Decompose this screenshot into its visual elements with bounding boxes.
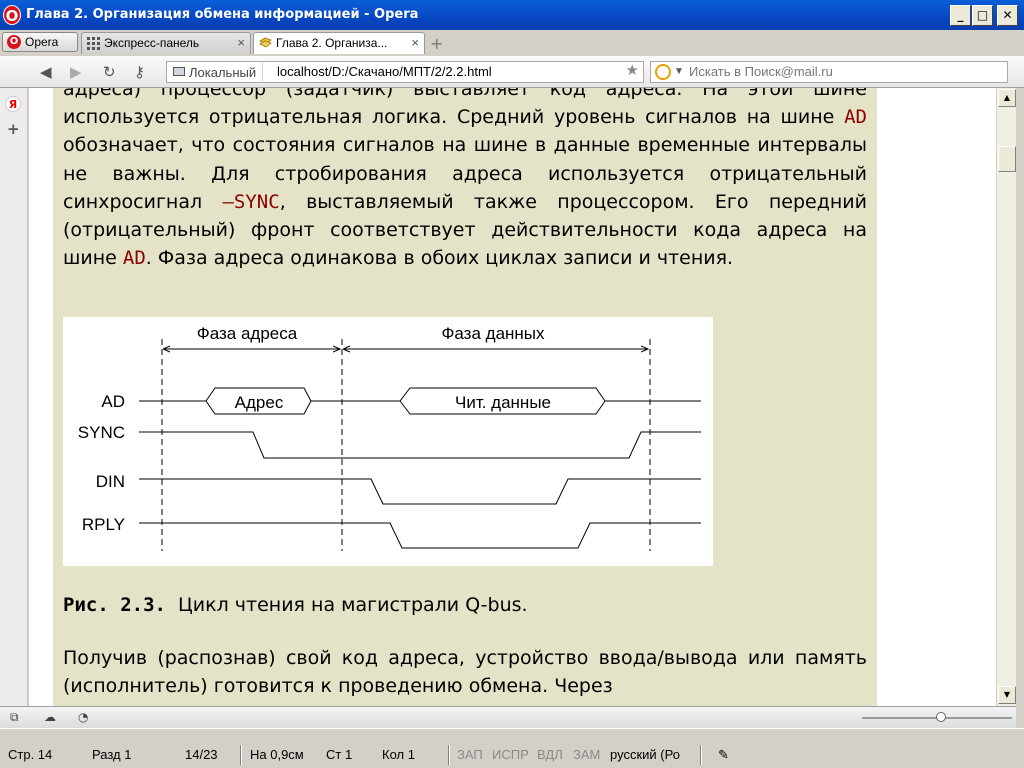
speed-icon[interactable]: ◔ <box>78 710 88 724</box>
browser-status-bar: ⧉ ☁ ◔ <box>0 706 1016 728</box>
reload-icon[interactable]: ↻ <box>103 63 116 81</box>
url-text[interactable]: localhost/D:/Скачано/МПТ/2/2.2.html <box>277 62 492 82</box>
search-placeholder: Искать в Поиск@mail.ru <box>689 64 833 79</box>
status-track[interactable]: ИСПР <box>492 747 529 762</box>
zoom-slider[interactable] <box>862 712 1012 722</box>
opera-menu-label: Opera <box>25 35 59 49</box>
status-separator <box>240 745 242 765</box>
caption-text: Цикл чтения на магистрали Q-bus. <box>178 594 528 616</box>
status-overtype[interactable]: ЗАМ <box>573 747 600 762</box>
key-icon[interactable]: ⚷ <box>134 63 145 81</box>
forward-icon[interactable]: ▶ <box>70 63 82 81</box>
spellcheck-icon[interactable]: ✎ <box>718 747 729 763</box>
signal-label-ad: AD <box>101 392 125 411</box>
signal-label-din: DIN <box>96 472 125 491</box>
tab-bar: O Opera Экспресс-панель × Глава 2. Органи… <box>0 30 1024 56</box>
tab-close-icon[interactable]: × <box>411 33 419 53</box>
address-box-label: Адрес <box>235 393 284 412</box>
word-status-bar: Стр. 14 Разд 1 14/23 На 0,9см Ст 1 Кол 1… <box>0 728 1024 768</box>
new-tab-icon[interactable]: + <box>430 34 443 53</box>
inline-code: –SYNC <box>222 190 280 213</box>
maximize-button[interactable]: □ <box>972 5 993 26</box>
title-bar: O Глава 2. Организация обмена информацие… <box>0 0 1024 30</box>
search-field[interactable]: ▼ Искать в Поиск@mail.ru <box>650 61 1008 83</box>
paragraph-response: Получив (распознав) свой код адреса, уст… <box>63 647 867 698</box>
panel-toggle-icon[interactable]: ⧉ <box>10 710 19 725</box>
local-badge-label: Локальный <box>189 65 257 80</box>
paragraph-text: . Фаза адреса одинакова в обоих циклах з… <box>145 247 734 270</box>
tab-label: Экспресс-панель <box>104 36 200 50</box>
inline-code: AD <box>122 247 146 270</box>
data-box-label: Чит. данные <box>455 393 551 412</box>
address-toolbar: ◀ ▶ ↻ ⚷ Локальный localhost/D:/Скачано/М… <box>0 56 1024 88</box>
bookmark-star-icon[interactable]: ★ <box>626 61 639 81</box>
scroll-thumb[interactable] <box>998 146 1016 172</box>
computer-icon <box>173 67 185 76</box>
tab-label: Глава 2. Организа... <box>276 36 388 50</box>
status-section: Разд 1 <box>92 747 132 762</box>
search-engine-icon[interactable] <box>655 64 671 80</box>
vertical-scrollbar[interactable]: ▲ ▼ <box>996 88 1016 706</box>
paragraph-address-phase: адреса) процессор (задатчик) выставляет … <box>63 88 867 272</box>
status-pages: 14/23 <box>185 747 218 762</box>
status-rec[interactable]: ЗАП <box>457 747 483 762</box>
status-column: Кол 1 <box>382 747 415 762</box>
scroll-down-button[interactable]: ▼ <box>998 686 1016 704</box>
address-field[interactable]: Локальный localhost/D:/Скачано/МПТ/2/2.2… <box>166 61 644 83</box>
close-button[interactable]: ✕ <box>997 5 1018 26</box>
chevron-down-icon[interactable]: ▼ <box>674 62 684 82</box>
caption-number: Рис. 2.3. <box>63 594 166 616</box>
opera-icon: O <box>7 35 21 49</box>
side-panel: Я + <box>0 88 28 706</box>
sync-waveform <box>139 431 701 459</box>
local-badge[interactable]: Локальный <box>169 63 264 81</box>
cloud-icon[interactable]: ☁ <box>44 710 56 724</box>
tab-close-icon[interactable]: × <box>237 33 245 53</box>
status-position: На 0,9см <box>250 747 304 762</box>
timing-diagram: Фаза адреса Фаза данных AD SYNC DIN RPLY… <box>63 317 713 566</box>
window-frame-right <box>1016 88 1024 728</box>
grid-icon <box>87 37 100 50</box>
ad-waveform <box>139 387 701 415</box>
opera-menu-button[interactable]: O Opera <box>2 32 78 52</box>
zoom-slider-knob[interactable] <box>936 712 946 722</box>
inline-code: AD <box>844 106 867 129</box>
signal-label-sync: SYNC <box>78 423 125 442</box>
add-panel-icon[interactable]: + <box>7 120 20 138</box>
back-icon[interactable]: ◀ <box>40 63 52 81</box>
page-icon <box>259 37 272 48</box>
status-separator <box>700 745 702 765</box>
din-waveform <box>139 478 701 505</box>
minimize-button[interactable]: _ <box>950 5 971 26</box>
window-title: Глава 2. Организация обмена информацией … <box>26 7 419 22</box>
status-extend[interactable]: ВДЛ <box>537 747 563 762</box>
phase-address-label: Фаза адреса <box>197 324 298 343</box>
yandex-icon[interactable]: Я <box>5 96 21 112</box>
scroll-up-button[interactable]: ▲ <box>998 89 1016 107</box>
status-line: Ст 1 <box>326 747 353 762</box>
phase-data-label: Фаза данных <box>441 324 545 343</box>
document-page: адреса) процессор (задатчик) выставляет … <box>53 88 877 706</box>
status-language: русский (Ро <box>610 747 680 762</box>
status-page: Стр. 14 <box>8 747 53 762</box>
paragraph-text: адреса) процессор (задатчик) выставляет … <box>63 88 867 129</box>
figure-caption: Рис. 2.3. Цикл чтения на магистрали Q-bu… <box>63 594 528 616</box>
document-viewport[interactable]: адреса) процессор (задатчик) выставляет … <box>29 88 996 706</box>
tab-speed-dial[interactable]: Экспресс-панель × <box>81 32 251 54</box>
opera-logo-icon: O <box>3 5 21 25</box>
status-separator <box>448 745 450 765</box>
rply-waveform <box>139 522 701 549</box>
tab-document[interactable]: Глава 2. Организа... × <box>253 32 425 54</box>
signal-label-rply: RPLY <box>82 515 125 534</box>
